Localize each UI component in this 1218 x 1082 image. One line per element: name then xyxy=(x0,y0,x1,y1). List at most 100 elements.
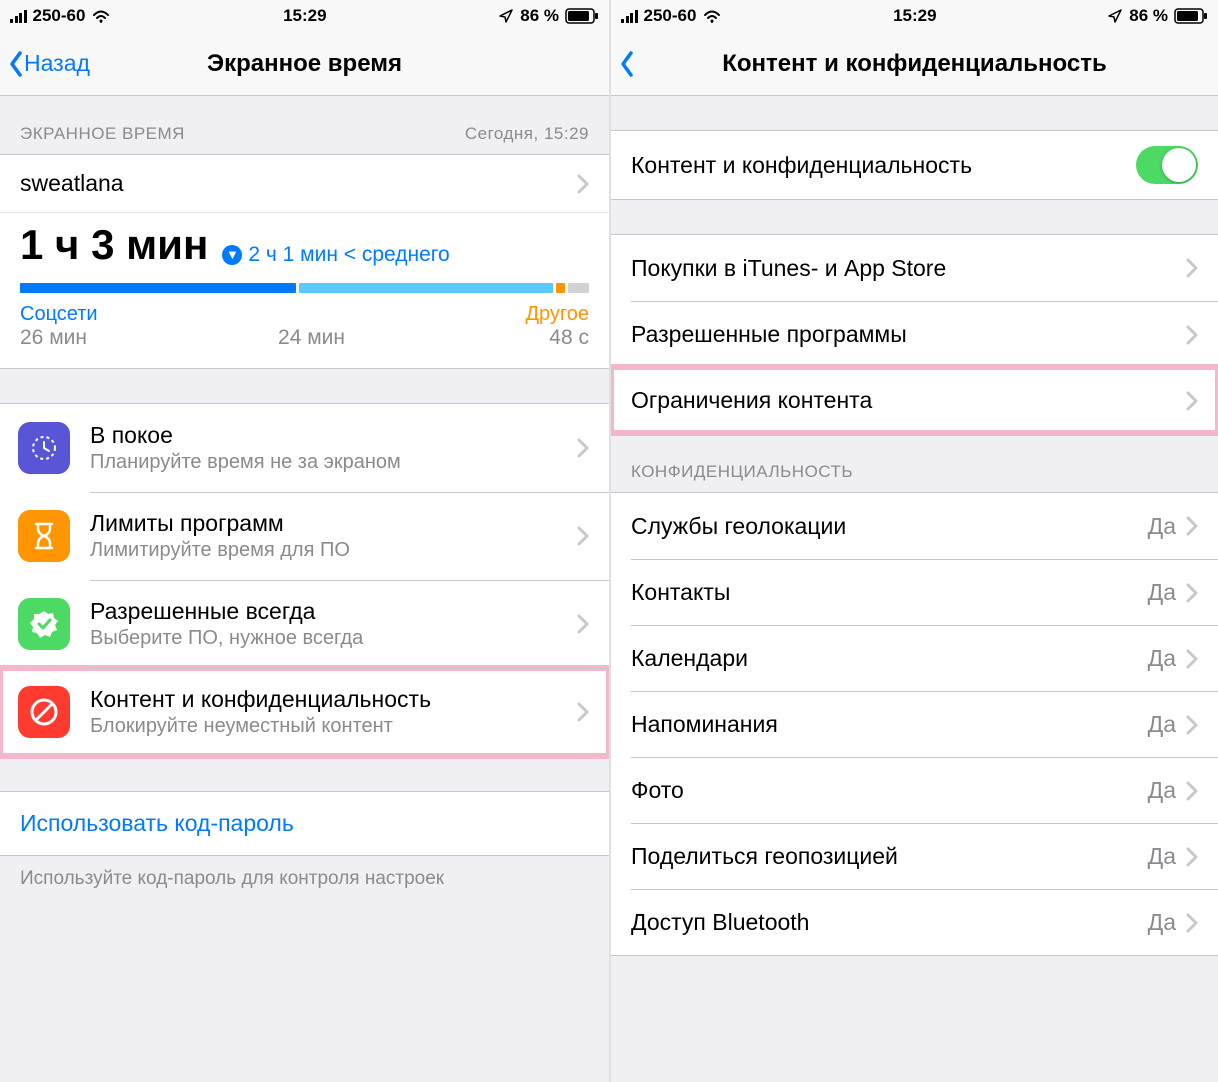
cell-value: Да xyxy=(1148,843,1176,870)
status-bar: 250-60 15:29 86 % xyxy=(611,0,1218,32)
downtime-title: В покое xyxy=(90,422,577,449)
status-time: 15:29 xyxy=(893,6,936,26)
content-privacy-sub: Блокируйте неуместный контент xyxy=(90,715,577,738)
categories: Соцсети 26 мин . 24 мин Другое 48 с xyxy=(20,303,589,350)
compare-text: 2 ч 1 мин < среднего xyxy=(248,243,449,267)
always-allowed-cell[interactable]: Разрешенные всегда Выберите ПО, нужное в… xyxy=(0,580,609,668)
cell-label: Контакты xyxy=(631,579,730,606)
battery-pct: 86 % xyxy=(1129,6,1168,26)
back-label: Назад xyxy=(24,50,90,77)
section-header-time: Сегодня, 15:29 xyxy=(465,124,589,144)
location-services-cell[interactable]: Службы геолокации Да xyxy=(611,493,1218,559)
cat-other-label: Другое xyxy=(525,303,589,326)
cell-label: Разрешенные программы xyxy=(631,321,907,348)
toggle-switch[interactable] xyxy=(1136,146,1198,184)
battery-icon xyxy=(1174,8,1208,24)
cat-social-time: 26 мин xyxy=(20,326,98,350)
username: sweatlana xyxy=(20,170,124,197)
downtime-sub: Планируйте время не за экраном xyxy=(90,451,577,474)
usage-card: sweatlana 1 ч 3 мин ▼ 2 ч 1 мин < средне… xyxy=(0,154,609,369)
settings-group: В покое Планируйте время не за экраном Л… xyxy=(0,403,609,757)
chevron-left-icon xyxy=(8,50,24,78)
total-time: 1 ч 3 мин xyxy=(20,221,208,269)
back-button[interactable]: Назад xyxy=(0,50,90,78)
share-location-cell[interactable]: Поделиться геопозицией Да xyxy=(631,823,1218,889)
signal-icon xyxy=(621,9,638,23)
compare-row: ▼ 2 ч 1 мин < среднего xyxy=(222,243,449,267)
cell-label: Поделиться геопозицией xyxy=(631,843,898,870)
chevron-right-icon xyxy=(1186,516,1198,536)
calendars-cell[interactable]: Календари Да xyxy=(631,625,1218,691)
location-icon xyxy=(498,8,514,24)
bluetooth-cell[interactable]: Доступ Bluetooth Да xyxy=(631,889,1218,955)
chevron-right-icon xyxy=(1186,847,1198,867)
content-restrictions-cell[interactable]: Ограничения контента xyxy=(611,367,1218,433)
cat-social-label: Соцсети xyxy=(20,303,98,326)
chevron-right-icon xyxy=(1186,325,1198,345)
cell-label: Фото xyxy=(631,777,684,804)
always-allowed-title: Разрешенные всегда xyxy=(90,598,577,625)
allowed-apps-cell[interactable]: Разрешенные программы xyxy=(631,301,1218,367)
battery-icon xyxy=(565,8,599,24)
status-bar: 250-60 15:29 86 % xyxy=(0,0,609,32)
carrier: 250-60 xyxy=(644,6,697,26)
no-entry-icon xyxy=(18,686,70,738)
content-privacy-screen: 250-60 15:29 86 % Контент и конфиденциал… xyxy=(609,0,1218,1082)
content-privacy-toggle-cell[interactable]: Контент и конфиденциальность xyxy=(611,130,1218,200)
use-passcode-link[interactable]: Использовать код-пароль xyxy=(0,791,609,856)
cell-label: Напоминания xyxy=(631,711,778,738)
downtime-cell[interactable]: В покое Планируйте время не за экраном xyxy=(0,404,609,492)
downtime-icon xyxy=(18,422,70,474)
hourglass-icon xyxy=(18,510,70,562)
reminders-cell[interactable]: Напоминания Да xyxy=(631,691,1218,757)
nav-bar: Назад Экранное время xyxy=(0,32,609,96)
restrictions-group: Покупки в iTunes- и App Store Разрешенны… xyxy=(611,234,1218,434)
photos-cell[interactable]: Фото Да xyxy=(631,757,1218,823)
chevron-right-icon xyxy=(1186,715,1198,735)
contacts-cell[interactable]: Контакты Да xyxy=(631,559,1218,625)
back-button[interactable] xyxy=(611,50,635,78)
privacy-group: Службы геолокации Да Контакты Да Календа… xyxy=(611,492,1218,956)
battery-pct: 86 % xyxy=(520,6,559,26)
section-header: ЭКРАННОЕ ВРЕМЯ Сегодня, 15:29 xyxy=(0,96,609,154)
chevron-right-icon xyxy=(577,526,589,546)
chevron-left-icon xyxy=(619,50,635,78)
content-privacy-cell[interactable]: Контент и конфиденциальность Блокируйте … xyxy=(0,668,609,756)
always-allowed-sub: Выберите ПО, нужное всегда xyxy=(90,627,577,650)
toggle-label: Контент и конфиденциальность xyxy=(631,152,972,179)
cell-label: Доступ Bluetooth xyxy=(631,909,809,936)
privacy-header: КОНФИДЕНЦИАЛЬНОСТЬ xyxy=(611,434,1218,492)
user-row[interactable]: sweatlana xyxy=(0,155,609,213)
section-header-text: ЭКРАННОЕ ВРЕМЯ xyxy=(20,124,185,144)
cell-value: Да xyxy=(1148,579,1176,606)
cat-mid-time: 24 мин xyxy=(278,326,345,350)
cell-value: Да xyxy=(1148,513,1176,540)
chevron-right-icon xyxy=(577,702,589,722)
chevron-right-icon xyxy=(1186,391,1198,411)
chevron-right-icon xyxy=(1186,583,1198,603)
cell-value: Да xyxy=(1148,711,1176,738)
down-arrow-icon: ▼ xyxy=(222,245,242,265)
signal-icon xyxy=(10,9,27,23)
cell-label: Календари xyxy=(631,645,748,672)
itunes-purchases-cell[interactable]: Покупки в iTunes- и App Store xyxy=(611,235,1218,301)
wifi-icon xyxy=(702,8,722,24)
usage-bar xyxy=(20,283,589,293)
chevron-right-icon xyxy=(1186,258,1198,278)
app-limits-title: Лимиты программ xyxy=(90,510,577,537)
chevron-right-icon xyxy=(577,438,589,458)
app-limits-sub: Лимитируйте время для ПО xyxy=(90,539,577,562)
chevron-right-icon xyxy=(577,174,589,194)
cell-label: Ограничения контента xyxy=(631,387,872,414)
chevron-right-icon xyxy=(1186,913,1198,933)
cat-other-time: 48 с xyxy=(525,326,589,350)
wifi-icon xyxy=(91,8,111,24)
app-limits-cell[interactable]: Лимиты программ Лимитируйте время для ПО xyxy=(0,492,609,580)
content-privacy-title: Контент и конфиденциальность xyxy=(90,686,577,713)
chevron-right-icon xyxy=(577,614,589,634)
chevron-right-icon xyxy=(1186,781,1198,801)
privacy-header-text: КОНФИДЕНЦИАЛЬНОСТЬ xyxy=(631,462,853,482)
cell-value: Да xyxy=(1148,645,1176,672)
location-icon xyxy=(1107,8,1123,24)
check-badge-icon xyxy=(18,598,70,650)
